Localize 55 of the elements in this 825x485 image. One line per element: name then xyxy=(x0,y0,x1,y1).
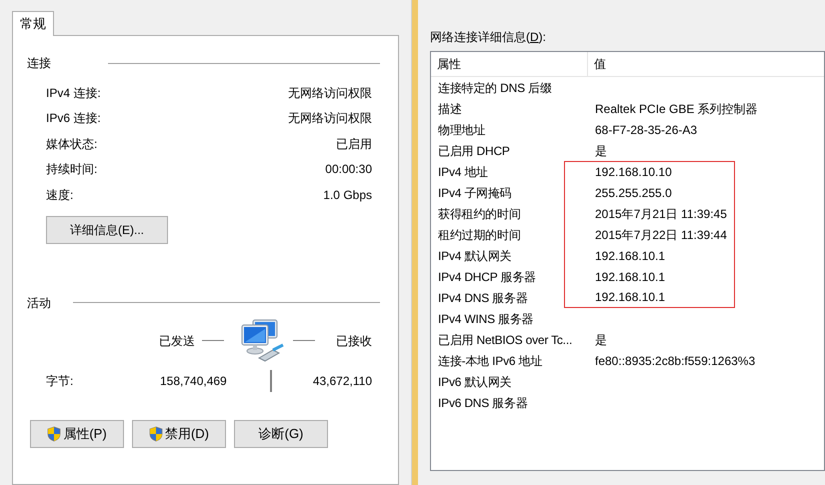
table-cell: 已启用 DHCP xyxy=(438,144,510,158)
table-cell-text: 2015年7月21日 11:39:45 xyxy=(595,206,727,222)
column-header[interactable]: 属性 xyxy=(431,52,588,76)
table-cell-text: 192.168.10.1 xyxy=(595,248,666,264)
sent-label: 已发送 xyxy=(159,332,195,350)
table-cell-text: 192.168.10.1 xyxy=(595,268,666,286)
table-cell-text: fe80::8935:2c8b:f559:1263%3 xyxy=(595,352,756,370)
field-value: 无网络访问权限 xyxy=(288,110,372,128)
column-header[interactable]: 值 xyxy=(588,55,824,73)
field-label: 媒体状态: xyxy=(46,136,98,153)
table-cell: IPv4 DHCP 服务器 xyxy=(438,270,536,284)
sent-bytes: 158,740,469 xyxy=(160,372,228,390)
table-cell: IPv6 默认网关 xyxy=(438,374,512,388)
table-cell-text: Realtek PCIe GBE 系列控制器 xyxy=(595,100,758,118)
action-button[interactable]: 诊断(G) xyxy=(234,420,328,448)
list-label: 网络连接详细信息(D): xyxy=(430,29,548,46)
table-cell: IPv4 子网掩码 xyxy=(438,186,512,200)
action-button[interactable]: 属性(P) xyxy=(30,420,124,448)
shield-icon xyxy=(148,426,163,442)
table-cell: 获得租约的时间 xyxy=(438,206,521,220)
table-cell: 物理地址 xyxy=(438,122,486,136)
shield-icon xyxy=(47,426,62,442)
field-value: 1.0 Gbps xyxy=(323,186,372,204)
table-cell: 描述 xyxy=(438,102,462,116)
table-cell: IPv4 WINS 服务器 xyxy=(438,312,534,326)
tab[interactable]: 常规 xyxy=(12,11,54,36)
section-heading: 活动 xyxy=(27,294,51,312)
received-bytes: 43,672,110 xyxy=(312,372,372,390)
section-heading: 连接 xyxy=(27,55,51,72)
table-cell: IPv4 默认网关 xyxy=(438,248,512,262)
table-cell: 租约过期的时间 xyxy=(438,228,521,242)
details-button[interactable]: 详细信息(E)... xyxy=(46,216,168,244)
field-value: 无网络访问权限 xyxy=(288,84,372,102)
table-cell-text: 192.168.10.1 xyxy=(595,289,666,306)
field-label: 持续时间: xyxy=(46,161,98,178)
table-cell-text: 2015年7月22日 11:39:44 xyxy=(595,226,727,244)
field-label: IPv4 连接: xyxy=(46,84,101,102)
table-cell: 连接特定的 DNS 后缀 xyxy=(438,80,552,94)
table-cell-text: 是 xyxy=(595,332,607,348)
table-cell: 已启用 NetBIOS over Tc... xyxy=(438,332,572,346)
table-cell-text: 255.255.255.0 xyxy=(595,184,672,202)
action-button[interactable]: 禁用(D) xyxy=(132,420,226,448)
table-cell: IPv4 地址 xyxy=(438,164,488,178)
table-cell-text: 192.168.10.10 xyxy=(595,164,672,181)
field-label: 速度: xyxy=(46,186,74,204)
field-label: IPv6 连接: xyxy=(46,110,101,128)
field-value: 00:00:30 xyxy=(325,161,372,178)
table-cell-text: 68-F7-28-35-26-A3 xyxy=(595,122,698,138)
table-cell: IPv6 DNS 服务器 xyxy=(438,396,528,410)
table-cell: 连接-本地 IPv6 地址 xyxy=(438,354,542,368)
bytes-label: 字节: xyxy=(46,372,74,390)
table-cell-text: 是 xyxy=(595,142,607,160)
received-label: 已接收 xyxy=(336,332,372,350)
field-value: 已启用 xyxy=(336,136,372,153)
table-cell: IPv4 DNS 服务器 xyxy=(438,290,528,304)
